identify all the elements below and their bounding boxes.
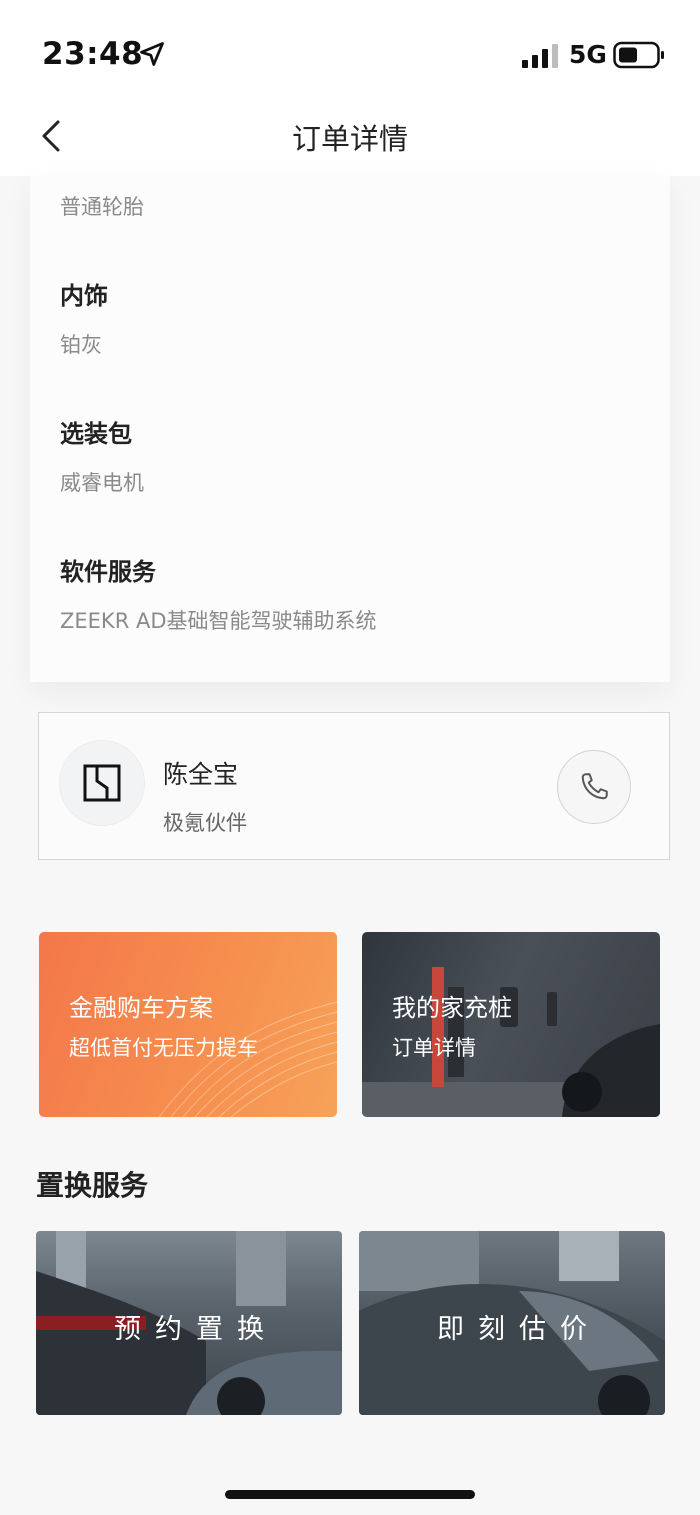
call-button[interactable]: [557, 750, 631, 824]
signal-icon: [522, 44, 558, 68]
interior-value: 铂灰: [60, 333, 102, 357]
finance-plan-title: 金融购车方案: [69, 994, 213, 1022]
home-charger-subtitle: 订单详情: [392, 1036, 476, 1060]
nav-bar: 订单详情: [0, 100, 700, 176]
status-bar: 23:48 5G: [0, 0, 700, 100]
contact-name: 陈全宝: [163, 760, 239, 789]
network-type: 5G: [569, 40, 607, 69]
software-service-value: ZEEKR AD基础智能驾驶辅助系统: [60, 609, 377, 633]
interior-label: 内饰: [60, 282, 108, 310]
phone-icon: [581, 773, 608, 800]
software-service-label: 软件服务: [60, 558, 156, 586]
home-charger-title: 我的家充桩: [392, 994, 512, 1022]
contact-role: 极氪伙伴: [163, 811, 247, 835]
instant-estimate-button[interactable]: 即刻估价: [359, 1231, 665, 1415]
instant-estimate-label: 即刻估价: [437, 1314, 601, 1345]
battery-icon: [613, 41, 664, 69]
tire-value: 普通轮胎: [60, 195, 144, 219]
home-indicator[interactable]: [225, 1490, 475, 1499]
decorative-wave-lines: [158, 1001, 337, 1117]
option-package-value: 威睿电机: [60, 471, 144, 495]
contact-card[interactable]: 陈全宝 极氪伙伴: [38, 712, 670, 860]
home-charger-card[interactable]: 我的家充桩 订单详情: [362, 932, 660, 1117]
location-arrow-icon: [140, 42, 164, 66]
reserve-trade-in-button[interactable]: 预约置换: [36, 1231, 342, 1415]
spec-card: 普通轮胎 内饰 铂灰 选装包 威睿电机 软件服务 ZEEKR AD基础智能驾驶辅…: [30, 176, 670, 682]
finance-plan-subtitle: 超低首付无压力提车: [69, 1036, 258, 1060]
reserve-trade-in-label: 预约置换: [114, 1314, 278, 1345]
trade-in-section-title: 置换服务: [36, 1169, 149, 1202]
finance-plan-card[interactable]: 金融购车方案 超低首付无压力提车: [39, 932, 337, 1117]
page-title: 订单详情: [291, 122, 408, 156]
brand-logo-icon: [83, 764, 121, 802]
option-package-label: 选装包: [60, 420, 132, 448]
status-time: 23:48: [42, 36, 144, 72]
charger-illustration: [362, 967, 660, 1117]
avatar: [59, 740, 145, 826]
